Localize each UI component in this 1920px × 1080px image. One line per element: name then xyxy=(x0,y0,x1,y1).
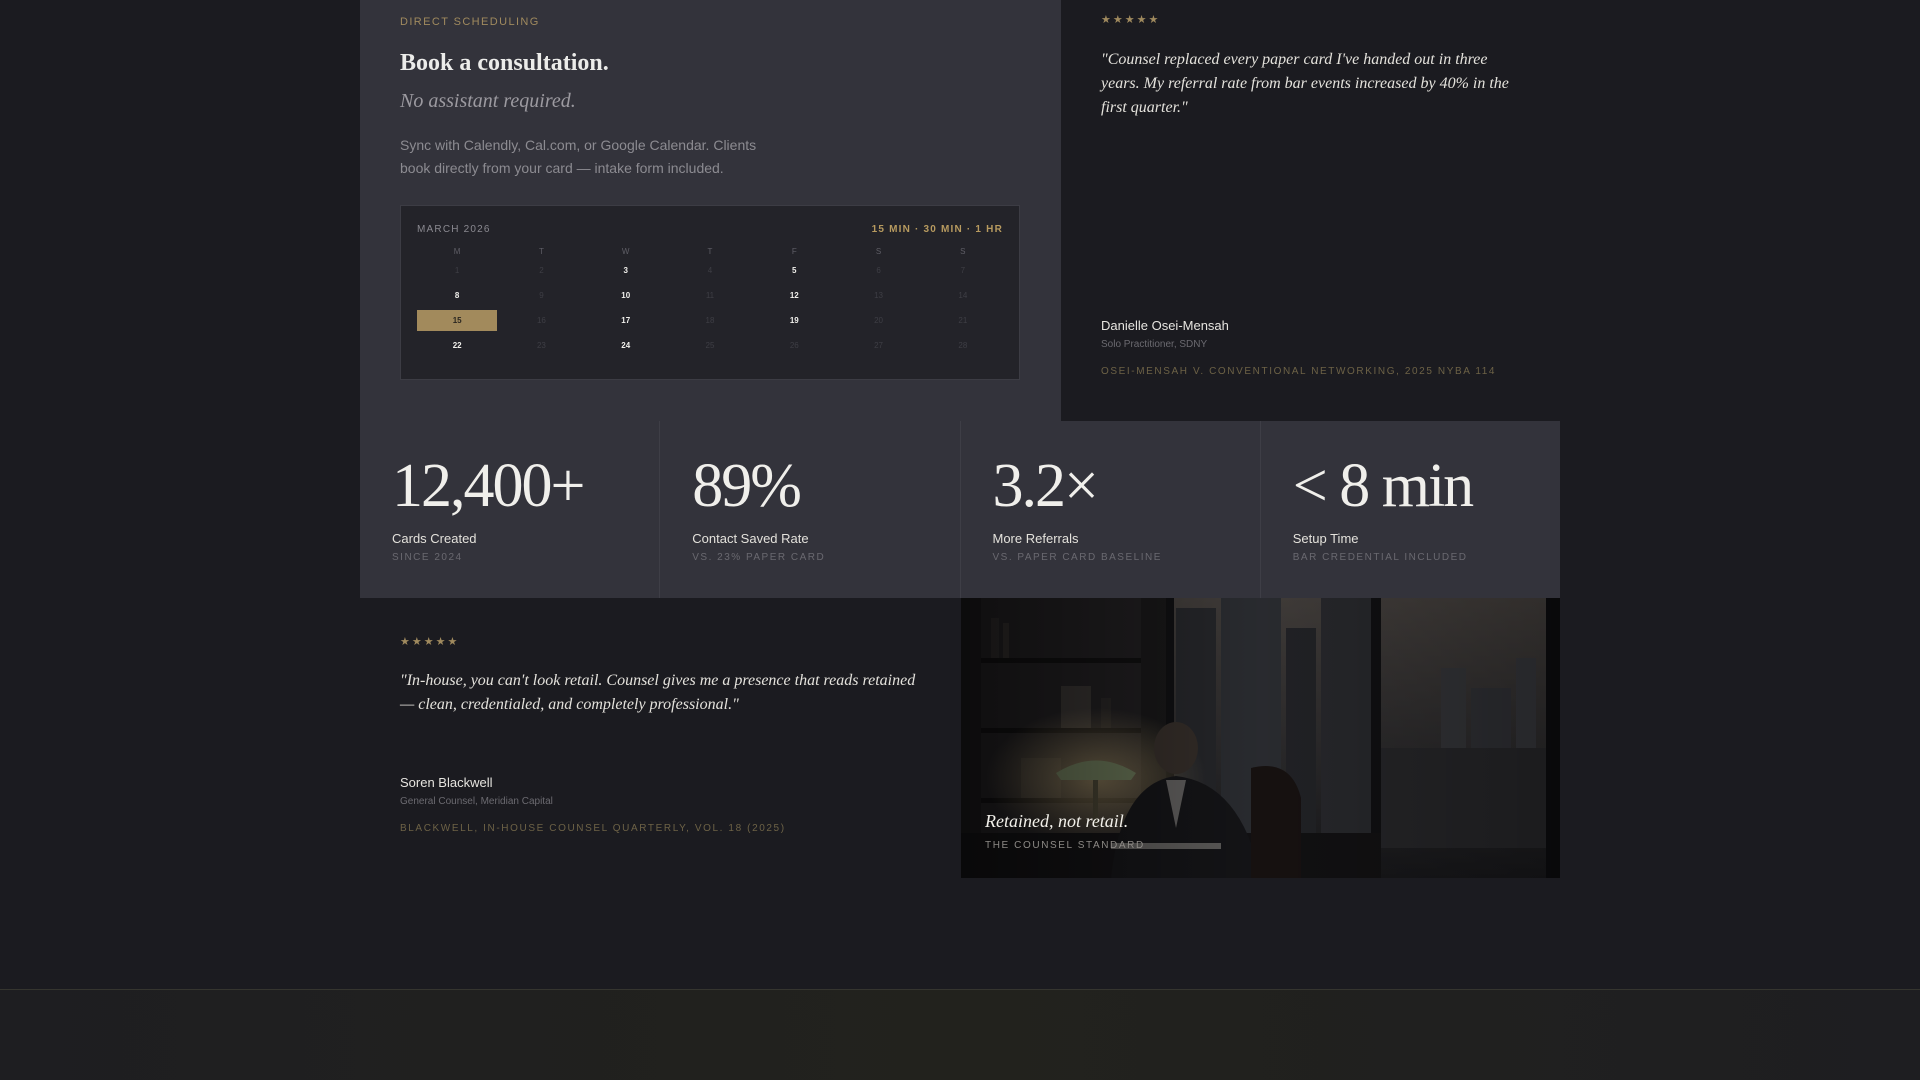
calendar-day: 11 xyxy=(705,291,715,300)
stat-label: Setup Time xyxy=(1292,531,1359,546)
scheduling-description: Sync with Calendly, Cal.com, or Google C… xyxy=(400,137,757,176)
calendar-day-selected[interactable]: 15 xyxy=(417,310,498,331)
scheduling-eyebrow: DIRECT SCHEDULING xyxy=(400,16,540,28)
scheduling-section: DIRECT SCHEDULING Book a consultation. N… xyxy=(360,0,1061,421)
calendar-day[interactable]: 12 xyxy=(754,285,834,306)
footer-band xyxy=(0,989,1920,1080)
testimonial-author: Soren Blackwell xyxy=(400,775,493,790)
calendar-day: 16 xyxy=(536,316,546,325)
calendar-weekday: F xyxy=(791,247,797,256)
office-photo-panel: Retained, not retail. THE COUNSEL STANDA… xyxy=(961,598,1560,878)
calendar-day: 25 xyxy=(705,341,715,350)
calendar-weekday: T xyxy=(707,247,713,256)
testimonial-quote: "In-house, you can't look retail. Counse… xyxy=(400,672,916,713)
testimonial-citation: OSEI-MENSAH V. CONVENTIONAL NETWORKING, … xyxy=(1101,366,1497,377)
calendar-day: 27 xyxy=(874,341,884,350)
testimonial-citation: BLACKWELL, IN-HOUSE COUNSEL QUARTERLY, V… xyxy=(400,823,786,834)
testimonial-role: Solo Practitioner, SDNY xyxy=(1101,339,1208,350)
stats-strip: 12,400+ Cards Created SINCE 2024 89% Con… xyxy=(360,421,1560,598)
stat-setup-time: < 8 min Setup Time BAR CREDENTIAL INCLUD… xyxy=(1261,421,1560,598)
testimonial-osei-mensah: ★★★★★ "Counsel replaced every paper card… xyxy=(1061,0,1560,421)
calendar-day: 21 xyxy=(958,316,968,325)
testimonial-author: Danielle Osei-Mensah xyxy=(1101,318,1229,333)
rating-stars: ★★★★★ xyxy=(1101,14,1161,26)
calendar-day: 9 xyxy=(539,291,544,300)
testimonial-role: General Counsel, Meridian Capital xyxy=(400,796,553,807)
calendar-day: 6 xyxy=(876,266,881,275)
stat-sublabel: VS. PAPER CARD BASELINE xyxy=(992,552,1162,563)
photo-caption: Retained, not retail. xyxy=(985,811,1129,831)
testimonial-blackwell: ★★★★★ "In-house, you can't look retail. … xyxy=(360,598,961,878)
calendar-day: 7 xyxy=(960,266,966,275)
photo-credit: THE COUNSEL STANDARD xyxy=(985,840,1145,851)
calendar-day[interactable]: 24 xyxy=(586,335,666,356)
stat-sublabel: VS. 23% PAPER CARD xyxy=(692,552,826,563)
calendar-day[interactable]: 3 xyxy=(586,260,666,281)
calendar-day: 28 xyxy=(958,341,968,350)
stat-label: Cards Created xyxy=(392,531,477,546)
calendar-day[interactable]: 22 xyxy=(417,335,497,356)
calendar-day: 1 xyxy=(454,266,460,275)
testimonial-quote: "Counsel replaced every paper card I've … xyxy=(1101,51,1509,116)
calendar-weekday: S xyxy=(875,247,882,256)
calendar-day[interactable]: 10 xyxy=(586,285,666,306)
calendar-month: MARCH 2026 xyxy=(417,223,491,235)
stat-sublabel: BAR CREDENTIAL INCLUDED xyxy=(1292,552,1468,563)
scheduling-title: Book a consultation. xyxy=(400,50,609,76)
stat-label: Contact Saved Rate xyxy=(692,531,809,546)
booking-calendar: MARCH 2026 15 MIN · 30 MIN · 1 HR M T W T F S… xyxy=(400,205,1020,380)
rating-stars: ★★★★★ xyxy=(400,636,460,648)
scheduling-subtitle: No assistant required. xyxy=(400,90,576,112)
calendar-day: 14 xyxy=(958,291,968,300)
calendar-day: 13 xyxy=(874,291,884,300)
calendar-day: 26 xyxy=(789,341,799,350)
calendar-day: 23 xyxy=(536,341,546,350)
calendar-day: 20 xyxy=(874,316,884,325)
calendar-day: 4 xyxy=(707,266,713,275)
office-photo-illustration xyxy=(961,598,1560,878)
calendar-header: MARCH 2026 15 MIN · 30 MIN · 1 HR xyxy=(417,222,1003,236)
stat-value: 3.2× xyxy=(992,452,1099,520)
calendar-day[interactable]: 8 xyxy=(417,285,497,306)
calendar-weekday: T xyxy=(538,247,544,256)
duration-options[interactable]: 15 MIN · 30 MIN · 1 HR xyxy=(872,224,1003,235)
calendar-weekday: W xyxy=(621,247,630,256)
stat-label: More Referrals xyxy=(992,531,1079,546)
calendar-weekday: M xyxy=(453,247,461,256)
calendar-weekday: S xyxy=(960,247,966,256)
calendar-day[interactable]: 5 xyxy=(754,260,834,281)
stat-more-referrals: 3.2× More Referrals VS. PAPER CARD BASEL… xyxy=(961,421,1261,598)
stat-value: < 8 min xyxy=(1292,452,1474,520)
calendar-day: 18 xyxy=(705,316,715,325)
calendar-day[interactable]: 17 xyxy=(586,310,666,331)
calendar-day[interactable]: 19 xyxy=(754,310,834,331)
stat-value: 12,400+ xyxy=(392,452,585,520)
stat-value: 89% xyxy=(692,452,802,520)
calendar-day: 2 xyxy=(539,266,544,275)
stat-sublabel: SINCE 2024 xyxy=(392,552,463,563)
stat-cards-created: 12,400+ Cards Created SINCE 2024 xyxy=(360,421,661,598)
stat-contact-saved-rate: 89% Contact Saved Rate VS. 23% PAPER CAR… xyxy=(660,421,961,598)
calendar-grid: M T W T F S S 1 2 3 4 5 6 7 8 9 10 11 12 13 14 15 16 17 18 19 20 21… xyxy=(417,244,1003,360)
